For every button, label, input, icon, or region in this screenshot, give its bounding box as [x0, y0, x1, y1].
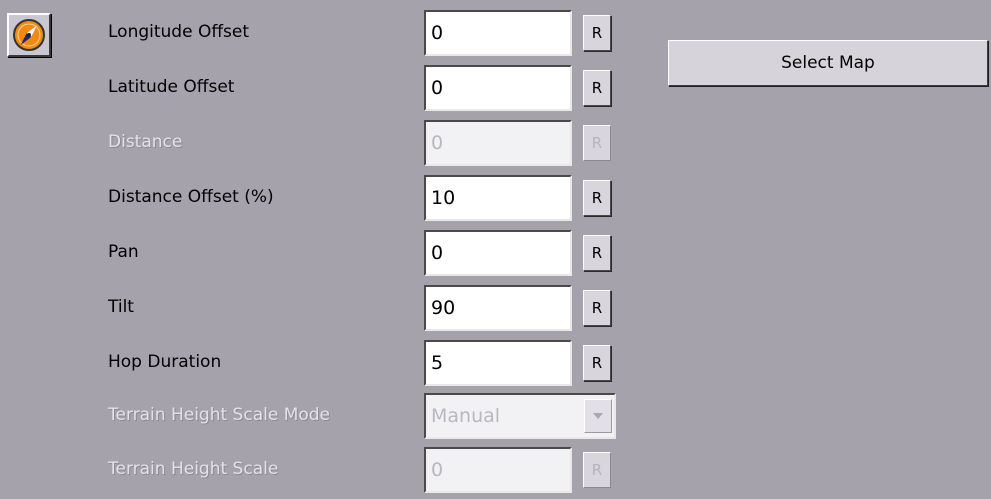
chevron-down-icon — [584, 399, 612, 433]
pan-input[interactable]: 0 — [424, 230, 572, 276]
latitude-offset-input[interactable]: 0 — [424, 65, 572, 111]
terrain-height-scale-reset-button: R — [583, 452, 611, 488]
field-row-distance-offset: Distance Offset (%) 10 R — [0, 175, 640, 227]
field-row-latitude-offset: Latitude Offset 0 R — [0, 65, 640, 117]
terrain-height-scale-mode-label: Terrain Height Scale Mode — [108, 405, 331, 425]
tilt-input[interactable]: 90 — [424, 285, 572, 331]
field-row-longitude-offset: Longitude Offset 0 R — [0, 10, 640, 62]
tilt-label: Tilt — [108, 297, 134, 317]
field-row-hop-duration: Hop Duration 5 R — [0, 340, 640, 392]
field-row-pan: Pan 0 R — [0, 230, 640, 282]
longitude-offset-reset-button[interactable]: R — [583, 15, 611, 51]
distance-offset-reset-button[interactable]: R — [583, 180, 611, 216]
hop-duration-reset-button[interactable]: R — [583, 345, 611, 381]
distance-offset-input[interactable]: 10 — [424, 175, 572, 221]
longitude-offset-label: Longitude Offset — [108, 22, 250, 42]
longitude-offset-input[interactable]: 0 — [424, 10, 572, 56]
field-row-tilt: Tilt 90 R — [0, 285, 640, 337]
latitude-offset-reset-button[interactable]: R — [583, 70, 611, 106]
terrain-height-scale-mode-dropdown: Manual — [424, 393, 616, 439]
select-map-button[interactable]: Select Map — [668, 40, 988, 86]
distance-input: 0 — [424, 120, 572, 166]
terrain-height-scale-input: 0 — [424, 447, 572, 493]
hop-duration-label: Hop Duration — [108, 352, 222, 372]
field-row-terrain-height-scale-mode: Terrain Height Scale Mode Manual — [0, 393, 640, 445]
terrain-height-scale-mode-value: Manual — [431, 405, 501, 427]
distance-label: Distance — [108, 132, 183, 152]
latitude-offset-label: Latitude Offset — [108, 77, 235, 97]
pan-label: Pan — [108, 242, 139, 262]
distance-offset-label: Distance Offset (%) — [108, 187, 274, 207]
hop-duration-input[interactable]: 5 — [424, 340, 572, 386]
field-row-terrain-height-scale: Terrain Height Scale 0 R — [0, 447, 640, 499]
pan-reset-button[interactable]: R — [583, 235, 611, 271]
terrain-height-scale-label: Terrain Height Scale — [108, 459, 279, 479]
field-row-distance: Distance 0 R — [0, 120, 640, 172]
distance-reset-button: R — [583, 125, 611, 161]
tilt-reset-button[interactable]: R — [583, 290, 611, 326]
